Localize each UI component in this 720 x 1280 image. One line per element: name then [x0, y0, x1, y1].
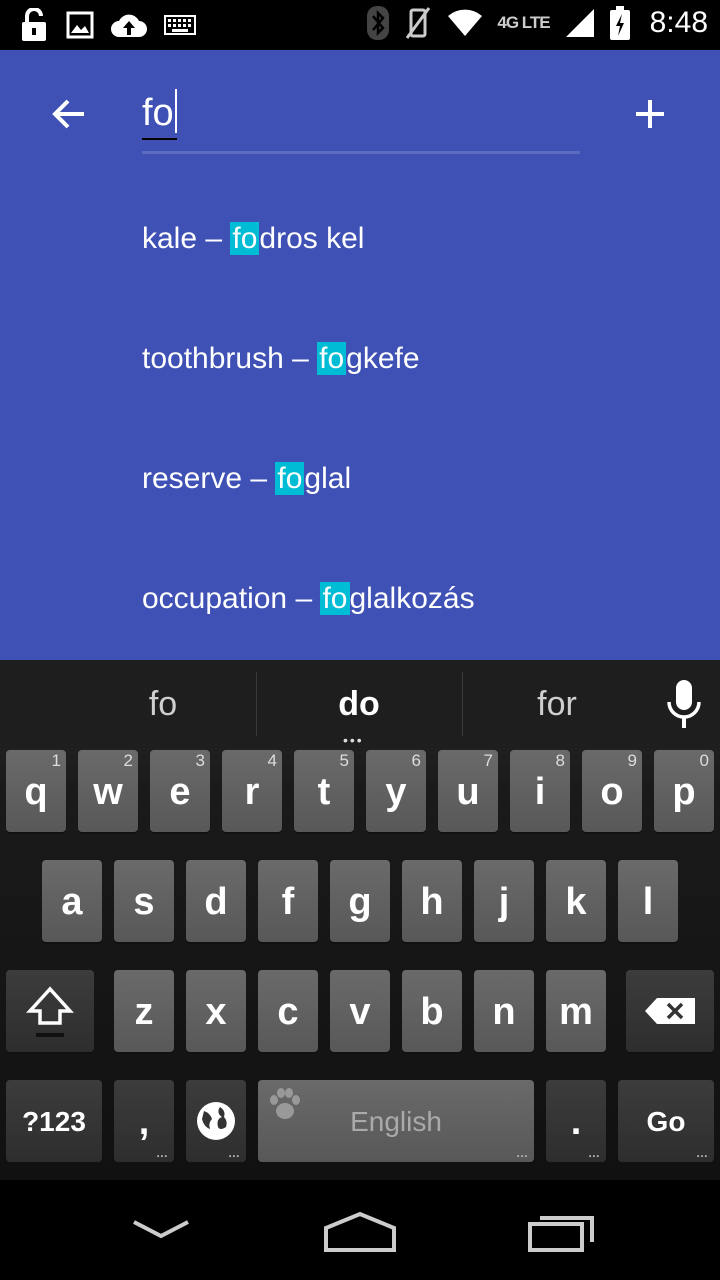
language-key[interactable]: … — [186, 1080, 246, 1162]
status-bar: 4G LTE 8:48 — [0, 0, 720, 50]
symbols-key[interactable]: ?123 — [6, 1080, 102, 1162]
suggestion-1[interactable]: fo — [70, 660, 256, 748]
key-a[interactable]: a — [42, 860, 102, 942]
key-p[interactable]: p0 — [654, 750, 714, 832]
shift-key[interactable] — [6, 970, 94, 1052]
key-d[interactable]: d — [186, 860, 246, 942]
key-v[interactable]: v — [330, 970, 390, 1052]
key-hint: 1 — [51, 751, 61, 770]
home-button[interactable] — [322, 1208, 398, 1257]
key-y[interactable]: y6 — [366, 750, 426, 832]
clock: 8:48 — [649, 6, 708, 39]
key-h[interactable]: h — [402, 860, 462, 942]
key-c[interactable]: c — [258, 970, 318, 1052]
key-l[interactable]: l — [618, 860, 678, 942]
key-s[interactable]: s — [114, 860, 174, 942]
battery-icon — [609, 6, 630, 40]
back-button[interactable] — [48, 92, 92, 136]
key-i[interactable]: i8 — [510, 750, 570, 832]
search-screen: fo kale – fodros kel toothbrush – fogkef… — [0, 50, 720, 660]
result-item[interactable]: toothbrush – fogkefe — [142, 338, 420, 380]
comma-key[interactable]: , … — [114, 1080, 174, 1162]
chevron-down-icon — [133, 1220, 189, 1239]
add-button[interactable] — [628, 92, 672, 136]
arrow-left-icon — [52, 99, 84, 129]
text-caret — [174, 89, 177, 133]
key-hint: 4 — [267, 751, 277, 770]
key-hint: 2 — [123, 751, 133, 770]
shift-icon — [26, 986, 74, 1037]
key-hint: 5 — [339, 751, 349, 770]
key-z[interactable]: z — [114, 970, 174, 1052]
key-hint: 7 — [483, 751, 493, 770]
network-label: 4G LTE — [497, 13, 550, 32]
result-item[interactable]: kale – fodros kel — [142, 218, 364, 260]
suggestion-strip: fo do ••• for — [0, 660, 720, 748]
keyboard: fo do ••• for ?123 , … … English … . … G… — [0, 660, 720, 1180]
voice-input-button[interactable] — [664, 678, 704, 734]
result-item[interactable]: reserve – foglal — [142, 458, 351, 500]
microphone-icon — [667, 680, 701, 728]
vibrate-off-icon — [406, 7, 431, 39]
more-suggestions-icon: ••• — [343, 732, 364, 748]
globe-icon — [197, 1102, 235, 1140]
unlock-icon — [22, 8, 46, 41]
key-hint: 0 — [699, 751, 709, 770]
match-highlight: fo — [320, 582, 350, 615]
key-g[interactable]: g — [330, 860, 390, 942]
cloud-upload-icon — [111, 14, 147, 37]
match-highlight: fo — [230, 222, 260, 255]
key-f[interactable]: f — [258, 860, 318, 942]
plus-icon — [636, 100, 664, 128]
bluetooth-icon — [367, 6, 390, 40]
key-hint: 6 — [411, 751, 421, 770]
match-highlight: fo — [317, 342, 347, 375]
key-q[interactable]: q1 — [6, 750, 66, 832]
paw-icon — [270, 1088, 300, 1119]
image-icon — [66, 11, 94, 39]
key-x[interactable]: x — [186, 970, 246, 1052]
space-key[interactable]: English … — [258, 1080, 534, 1162]
key-m[interactable]: m — [546, 970, 606, 1052]
key-j[interactable]: j — [474, 860, 534, 942]
backspace-icon — [645, 998, 695, 1024]
result-item[interactable]: occupation – foglalkozás — [142, 578, 475, 620]
key-k[interactable]: k — [546, 860, 606, 942]
key-o[interactable]: o9 — [582, 750, 642, 832]
recent-apps-icon — [528, 1216, 594, 1252]
match-highlight: fo — [275, 462, 305, 495]
go-key[interactable]: Go … — [618, 1080, 714, 1162]
home-icon — [324, 1211, 396, 1252]
key-b[interactable]: b — [402, 970, 462, 1052]
suggestion-3[interactable]: for — [462, 660, 652, 748]
search-value[interactable]: fo — [142, 88, 177, 140]
hide-keyboard-button[interactable] — [130, 1208, 192, 1257]
key-hint: 8 — [555, 751, 565, 770]
key-hint: 9 — [627, 751, 637, 770]
key-u[interactable]: u7 — [438, 750, 498, 832]
recents-button[interactable] — [526, 1208, 598, 1257]
period-key[interactable]: . … — [546, 1080, 606, 1162]
key-t[interactable]: t5 — [294, 750, 354, 832]
key-e[interactable]: e3 — [150, 750, 210, 832]
key-w[interactable]: w2 — [78, 750, 138, 832]
keyboard-icon — [164, 15, 196, 35]
key-r[interactable]: r4 — [222, 750, 282, 832]
navigation-bar — [0, 1180, 720, 1280]
signal-icon — [565, 9, 594, 37]
key-hint: 3 — [195, 751, 205, 770]
wifi-icon — [448, 9, 483, 36]
key-n[interactable]: n — [474, 970, 534, 1052]
search-input[interactable]: fo — [142, 86, 580, 154]
backspace-key[interactable] — [626, 970, 714, 1052]
